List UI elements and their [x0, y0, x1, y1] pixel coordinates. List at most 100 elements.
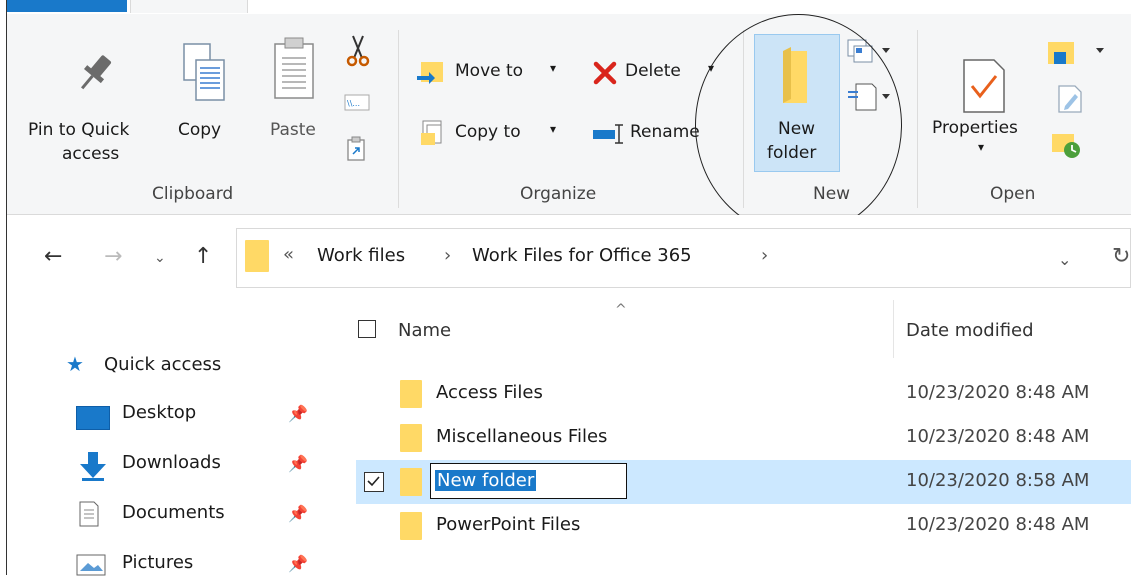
- select-all-checkbox[interactable]: [358, 320, 376, 338]
- chevron-down-icon: ▾: [550, 61, 557, 75]
- sidebar-item-desktop[interactable]: Desktop 📌: [76, 400, 316, 432]
- paste-shortcut-button[interactable]: [345, 136, 369, 162]
- pin-icon: 📌: [288, 404, 308, 423]
- sidebar-quick-access[interactable]: ★ Quick access: [66, 350, 266, 382]
- recent-locations-chevron-icon[interactable]: ⌄: [154, 250, 166, 266]
- paste-shortcut-icon: [347, 136, 365, 161]
- folder-icon: [400, 468, 422, 496]
- star-icon: ★: [66, 352, 84, 376]
- chevron-down-icon: ▾: [550, 122, 557, 136]
- copy-icon: [183, 43, 225, 101]
- scissors-icon: [346, 35, 370, 67]
- open-button[interactable]: [1046, 38, 1108, 68]
- open-folder-icon: [1048, 42, 1104, 64]
- folder-icon: [400, 380, 422, 408]
- column-separator[interactable]: [893, 300, 894, 358]
- breadcrumb-work-files[interactable]: Work files: [317, 245, 405, 266]
- group-separator: [917, 30, 918, 208]
- file-name: PowerPoint Files: [436, 514, 581, 535]
- column-header-date-modified[interactable]: Date modified: [906, 320, 1034, 341]
- folder-icon: [400, 424, 422, 452]
- move-to-icon: [417, 62, 443, 84]
- pin-label-line2: access: [62, 144, 120, 164]
- sidebar-item-pictures[interactable]: Pictures 📌: [76, 550, 316, 582]
- documents-icon: [79, 501, 99, 527]
- copy-path-icon: \\...: [344, 94, 370, 111]
- history-button[interactable]: [1050, 130, 1084, 160]
- file-date: 10/23/2020 8:48 AM: [906, 426, 1090, 447]
- sidebar-item-label: Quick access: [104, 354, 222, 375]
- copy-label: Copy: [178, 120, 222, 140]
- paste-button[interactable]: Paste: [262, 34, 332, 154]
- sidebar-item-label: Downloads: [122, 452, 221, 473]
- file-row[interactable]: PowerPoint Files 10/23/2020 8:48 AM: [356, 504, 1131, 548]
- move-to-label: Move to: [455, 61, 524, 81]
- download-arrow-icon: [80, 452, 106, 481]
- breadcrumb-separator[interactable]: ›: [761, 245, 768, 266]
- file-row-selected[interactable]: New folder 10/23/2020 8:58 AM: [356, 460, 1131, 504]
- svg-text:\\...: \\...: [347, 99, 360, 108]
- rename-input-value: New folder: [435, 470, 537, 491]
- properties-button[interactable]: Properties ▾: [928, 56, 1040, 166]
- file-row[interactable]: Access Files 10/23/2020 8:48 AM: [356, 372, 1131, 416]
- properties-label: Properties: [932, 118, 1018, 138]
- refresh-icon[interactable]: ↻: [1112, 244, 1130, 269]
- pin-to-quick-access-button[interactable]: Pin to Quick access: [20, 40, 170, 175]
- delete-x-icon: [593, 61, 617, 85]
- highlight-circle-annotation: [695, 14, 902, 236]
- pin-icon: 📌: [288, 554, 308, 573]
- sidebar-item-downloads[interactable]: Downloads 📌: [76, 450, 316, 482]
- group-separator: [398, 30, 399, 208]
- pin-icon: [80, 55, 111, 90]
- file-date: 10/23/2020 8:48 AM: [906, 514, 1090, 535]
- sidebar-item-label: Documents: [122, 502, 225, 523]
- history-icon: [1052, 134, 1080, 158]
- sidebar-item-documents[interactable]: Documents 📌: [76, 500, 316, 532]
- edit-icon: [1058, 85, 1082, 113]
- pin-icon: 📌: [288, 504, 308, 523]
- file-name: Access Files: [436, 382, 543, 403]
- tab-home[interactable]: [130, 0, 248, 13]
- desktop-icon: [76, 406, 110, 430]
- copy-path-button[interactable]: \\...: [343, 92, 373, 114]
- copy-to-label: Copy to: [455, 122, 521, 142]
- address-dropdown-chevron-icon[interactable]: ⌄: [1058, 250, 1071, 269]
- sort-ascending-icon: ^: [615, 302, 627, 318]
- paste-label: Paste: [270, 120, 316, 140]
- file-date: 10/23/2020 8:48 AM: [906, 382, 1090, 403]
- folder-icon: [400, 512, 422, 540]
- checkmark-icon: [367, 476, 380, 487]
- forward-arrow-icon[interactable]: →: [104, 244, 122, 269]
- column-header-name[interactable]: Name: [398, 320, 451, 341]
- file-name: Miscellaneous Files: [436, 426, 608, 447]
- sidebar-item-label: Pictures: [122, 552, 194, 573]
- pin-icon: 📌: [288, 454, 308, 473]
- file-row[interactable]: Miscellaneous Files 10/23/2020 8:48 AM: [356, 416, 1131, 460]
- delete-label: Delete: [625, 61, 681, 81]
- tab-file[interactable]: [7, 0, 127, 12]
- organize-group-label: Organize: [520, 184, 597, 204]
- move-to-button[interactable]: Move to ▾: [415, 56, 565, 88]
- up-arrow-icon[interactable]: ↑: [194, 244, 212, 269]
- file-date: 10/23/2020 8:58 AM: [906, 470, 1090, 491]
- copy-to-button[interactable]: Copy to ▾: [415, 117, 565, 149]
- clipboard-group-label: Clipboard: [152, 184, 234, 204]
- breadcrumb-separator[interactable]: ›: [444, 245, 451, 266]
- paste-clipboard-icon: [274, 37, 314, 99]
- chevron-down-icon: ▾: [978, 140, 985, 154]
- row-checkbox-checked[interactable]: [364, 472, 384, 492]
- breadcrumb-work-files-office-365[interactable]: Work Files for Office 365: [472, 245, 692, 266]
- sidebar-item-label: Desktop: [122, 402, 197, 423]
- rename-input[interactable]: New folder: [430, 463, 627, 499]
- back-arrow-icon[interactable]: ←: [44, 244, 62, 269]
- copy-button[interactable]: Copy: [172, 40, 240, 150]
- pictures-icon: [76, 554, 106, 576]
- pin-label-line1: Pin to Quick: [28, 120, 130, 140]
- breadcrumb-overflow[interactable]: «: [283, 244, 294, 265]
- cut-button[interactable]: [343, 34, 373, 68]
- rename-label: Rename: [630, 122, 700, 142]
- open-group-label: Open: [990, 184, 1036, 204]
- folder-icon: [245, 240, 269, 272]
- edit-button[interactable]: [1055, 84, 1085, 114]
- properties-checkmark-icon: [963, 59, 1005, 113]
